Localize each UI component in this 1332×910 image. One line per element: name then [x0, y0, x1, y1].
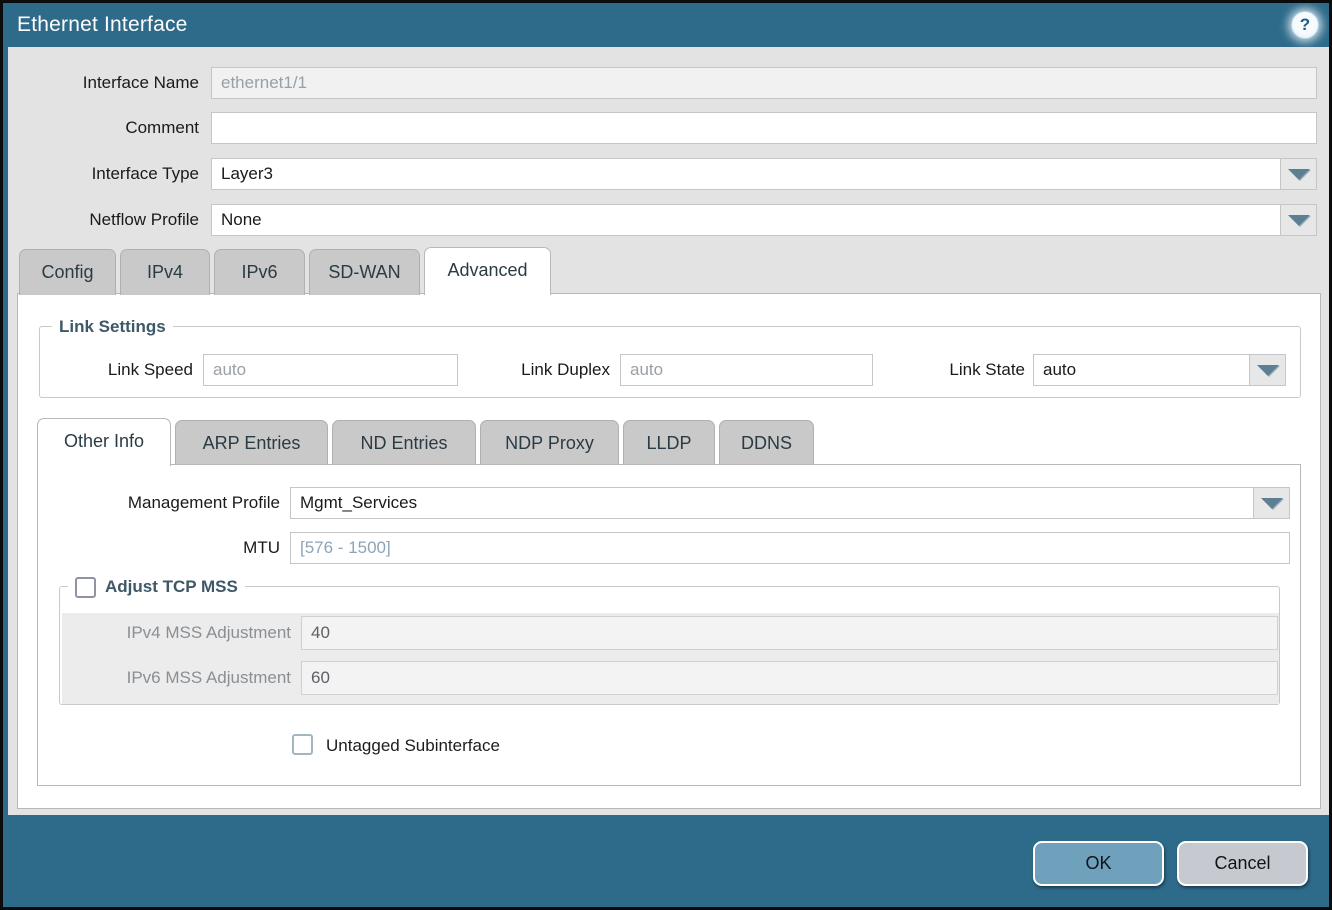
netflow-profile-field[interactable] [211, 204, 1281, 236]
interface-name-label: Interface Name [3, 67, 199, 99]
netflow-profile-dropdown-button[interactable] [1280, 204, 1317, 236]
adjust-tcp-mss-legend-text: Adjust TCP MSS [105, 577, 238, 597]
untagged-subinterface-checkbox[interactable] [292, 734, 313, 755]
chevron-down-icon [1257, 365, 1279, 376]
chevron-down-icon [1261, 498, 1283, 509]
titlebar: Ethernet Interface ? [3, 3, 1329, 47]
link-speed-label: Link Speed [63, 354, 193, 386]
link-state-label: Link State [883, 354, 1025, 386]
tab-ipv4[interactable]: IPv4 [120, 249, 210, 295]
comment-label: Comment [3, 112, 199, 144]
help-icon[interactable]: ? [1291, 11, 1319, 39]
netflow-profile-label: Netflow Profile [3, 204, 199, 236]
ipv4-mss-field [301, 616, 1278, 650]
subtab-lldp[interactable]: LLDP [623, 420, 715, 466]
link-state-dropdown-button[interactable] [1249, 354, 1286, 386]
subtab-arp-entries[interactable]: ARP Entries [175, 420, 328, 466]
link-state-field[interactable] [1033, 354, 1250, 386]
subtab-ndp-proxy[interactable]: NDP Proxy [480, 420, 619, 466]
tab-advanced[interactable]: Advanced [424, 247, 551, 295]
untagged-subinterface-label: Untagged Subinterface [326, 734, 500, 757]
link-settings-legend: Link Settings [52, 314, 173, 340]
ok-button[interactable]: OK [1033, 841, 1164, 886]
dialog-title: Ethernet Interface [17, 3, 188, 47]
ipv6-mss-label: IPv6 MSS Adjustment [83, 661, 291, 695]
adjust-tcp-mss-checkbox[interactable] [75, 577, 96, 598]
tab-config[interactable]: Config [19, 249, 116, 295]
ipv6-mss-field [301, 661, 1278, 695]
ethernet-interface-dialog: Ethernet Interface ? Interface Name Comm… [0, 0, 1332, 910]
comment-field[interactable] [211, 112, 1317, 144]
interface-type-field[interactable] [211, 158, 1281, 190]
tab-sdwan[interactable]: SD-WAN [309, 249, 420, 295]
interface-name-field [211, 67, 1317, 99]
mtu-field[interactable] [290, 532, 1290, 564]
ipv4-mss-label: IPv4 MSS Adjustment [83, 616, 291, 650]
cancel-button[interactable]: Cancel [1177, 841, 1308, 886]
chevron-down-icon [1288, 169, 1310, 180]
management-profile-field[interactable] [290, 487, 1254, 519]
adjust-tcp-mss-legend: Adjust TCP MSS [68, 574, 245, 600]
link-settings-legend-text: Link Settings [59, 317, 166, 337]
interface-type-label: Interface Type [3, 158, 199, 190]
link-duplex-label: Link Duplex [463, 354, 610, 386]
link-speed-field[interactable] [203, 354, 458, 386]
mtu-label: MTU [63, 532, 280, 564]
link-duplex-field[interactable] [620, 354, 873, 386]
chevron-down-icon [1288, 215, 1310, 226]
subtab-nd-entries[interactable]: ND Entries [332, 420, 476, 466]
footer-bar: OK Cancel [3, 815, 1329, 907]
tab-ipv6[interactable]: IPv6 [214, 249, 305, 295]
interface-type-dropdown-button[interactable] [1280, 158, 1317, 190]
subtab-other-info[interactable]: Other Info [37, 418, 171, 466]
management-profile-label: Management Profile [63, 487, 280, 519]
subtab-ddns[interactable]: DDNS [719, 420, 814, 466]
management-profile-dropdown-button[interactable] [1253, 487, 1290, 519]
